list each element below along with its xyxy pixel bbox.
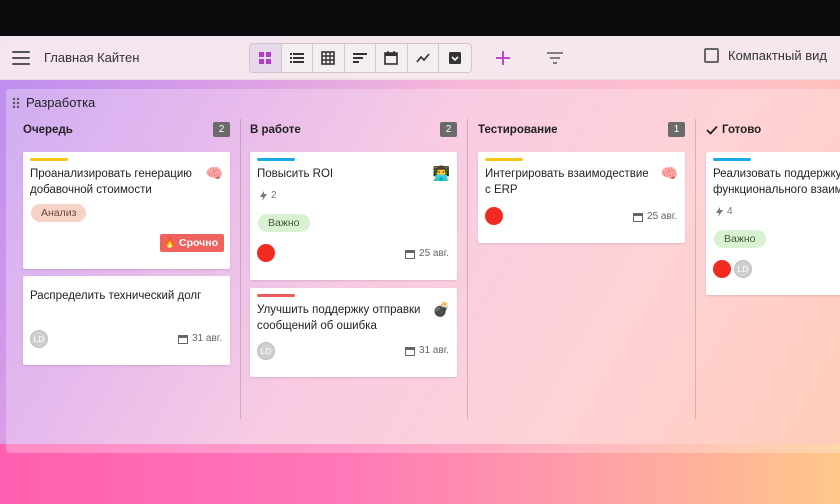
avatar[interactable]: LD: [30, 330, 48, 348]
column-divider: [695, 119, 696, 419]
column-done: Готово Реализовать поддержку функциональ…: [706, 117, 840, 447]
card-color-bar: [257, 158, 295, 161]
card[interactable]: Реализовать поддержку функционального вз…: [706, 152, 840, 295]
table-view-icon: [321, 51, 336, 65]
column-count: 1: [668, 122, 685, 137]
due-date: 31 авг.: [178, 333, 222, 344]
board-section: Разработка Очередь 2 Проанализировать ге…: [6, 89, 840, 453]
priority-indicator: 2: [260, 190, 277, 201]
timeline-view-button[interactable]: [345, 44, 376, 72]
card[interactable]: Повысить ROI 👨‍💻 2 Важно 25 авг.: [250, 152, 457, 280]
card-title: Улучшить поддержку отправки сообщений об…: [257, 304, 421, 332]
filter-icon[interactable]: [546, 50, 564, 66]
priority-value: 2: [271, 190, 277, 201]
calendar-view-icon: [384, 51, 399, 65]
menu-icon[interactable]: [12, 51, 30, 65]
archive-view-button[interactable]: [439, 44, 471, 72]
avatar[interactable]: [713, 260, 731, 278]
column-header: В работе 2: [250, 121, 457, 139]
card[interactable]: Проанализировать генерацию добавочной ст…: [23, 152, 230, 269]
column-title: Готово: [706, 124, 761, 136]
board-view-button[interactable]: [250, 44, 282, 72]
developer-icon: 👨‍💻: [432, 165, 450, 181]
avatar[interactable]: LD: [734, 260, 752, 278]
app-window: Главная Кайтен Компактный вид Разработка…: [0, 36, 840, 504]
avatar[interactable]: LD: [257, 342, 275, 360]
avatar[interactable]: [485, 207, 503, 225]
due-date-label: 25 авг.: [419, 248, 449, 259]
urgent-label: Срочно: [178, 237, 218, 249]
column-title-label: Готово: [722, 124, 762, 136]
card-title: Реализовать поддержку функционального вз…: [713, 168, 840, 196]
column-title: Очередь: [23, 124, 73, 136]
card-color-bar: [485, 158, 523, 161]
calendar-view-button[interactable]: [376, 44, 408, 72]
chart-view-icon: [416, 53, 430, 63]
column-queue: Очередь 2 Проанализировать генерацию доб…: [23, 117, 235, 447]
fire-icon: 🔥: [163, 237, 176, 249]
column-header: Готово: [706, 121, 840, 139]
due-date: 25 авг.: [633, 211, 677, 222]
column-title: В работе: [250, 124, 301, 136]
urgent-badge: 🔥 Срочно: [159, 234, 224, 252]
column-count: 2: [213, 122, 230, 137]
compact-view-checkbox[interactable]: [704, 48, 719, 63]
chart-view-button[interactable]: [408, 44, 439, 72]
column-header: Тестирование 1: [478, 121, 685, 139]
due-date: 31 авг.: [405, 345, 449, 356]
due-date-label: 25 авг.: [647, 211, 677, 222]
list-view-icon: [289, 53, 304, 63]
card-title: Проанализировать генерацию добавочной ст…: [30, 168, 192, 196]
tag-important: Важно: [714, 230, 766, 248]
avatar[interactable]: [257, 244, 275, 262]
calendar-icon: [405, 249, 416, 259]
brain-icon: 🧠: [205, 165, 223, 181]
card-color-bar: [30, 158, 68, 161]
column-testing: Тестирование 1 Интегрировать взаимодеств…: [478, 117, 690, 447]
add-icon[interactable]: [494, 48, 512, 68]
tag-important: Важно: [258, 214, 310, 232]
due-date-label: 31 авг.: [192, 333, 222, 344]
compact-view-toggle[interactable]: Компактный вид: [704, 48, 827, 63]
table-view-button[interactable]: [313, 44, 345, 72]
column-divider: [467, 119, 468, 419]
card-title: Повысить ROI: [257, 168, 334, 180]
column-title: Тестирование: [478, 124, 558, 136]
column-count: 2: [440, 122, 457, 137]
compact-view-label: Компактный вид: [728, 48, 827, 63]
card-color-bar: [713, 158, 751, 161]
list-view-button[interactable]: [282, 44, 313, 72]
section-header: Разработка: [12, 95, 95, 110]
bomb-icon: 💣: [432, 301, 450, 317]
card-title: Распределить технический долг: [30, 290, 202, 302]
section-title: Разработка: [26, 95, 96, 110]
card[interactable]: Распределить технический долг LD 31 авг.: [23, 276, 230, 365]
drag-handle-icon[interactable]: [12, 97, 20, 109]
check-icon: [706, 125, 718, 135]
due-date: 25 авг.: [405, 248, 449, 259]
card-title: Интегрировать взаимодествие с ERP: [485, 168, 649, 196]
card-color-bar: [257, 294, 295, 297]
top-bar: Главная Кайтен Компактный вид: [0, 36, 840, 80]
column-header: Очередь 2: [23, 121, 230, 139]
lightning-icon: [260, 190, 267, 201]
archive-view-icon: [448, 52, 461, 64]
tag-analysis: Анализ: [31, 204, 87, 222]
view-switcher: [249, 43, 472, 73]
timeline-view-icon: [352, 53, 367, 63]
priority-value: 4: [727, 206, 733, 217]
column-divider: [240, 119, 241, 419]
calendar-icon: [405, 346, 416, 356]
calendar-icon: [633, 212, 644, 222]
board-view-icon: [259, 52, 272, 64]
card[interactable]: Интегрировать взаимодествие с ERP 🧠 25 а…: [478, 152, 685, 243]
column-in-progress: В работе 2 Повысить ROI 👨‍💻 2 Важно 25 а…: [250, 117, 462, 447]
due-date-label: 31 авг.: [419, 345, 449, 356]
priority-indicator: 4: [716, 206, 733, 217]
calendar-icon: [178, 334, 189, 344]
card[interactable]: Улучшить поддержку отправки сообщений об…: [250, 288, 457, 377]
board-title: Главная Кайтен: [44, 50, 140, 65]
lightning-icon: [716, 206, 723, 217]
brain-icon: 🧠: [660, 165, 678, 181]
